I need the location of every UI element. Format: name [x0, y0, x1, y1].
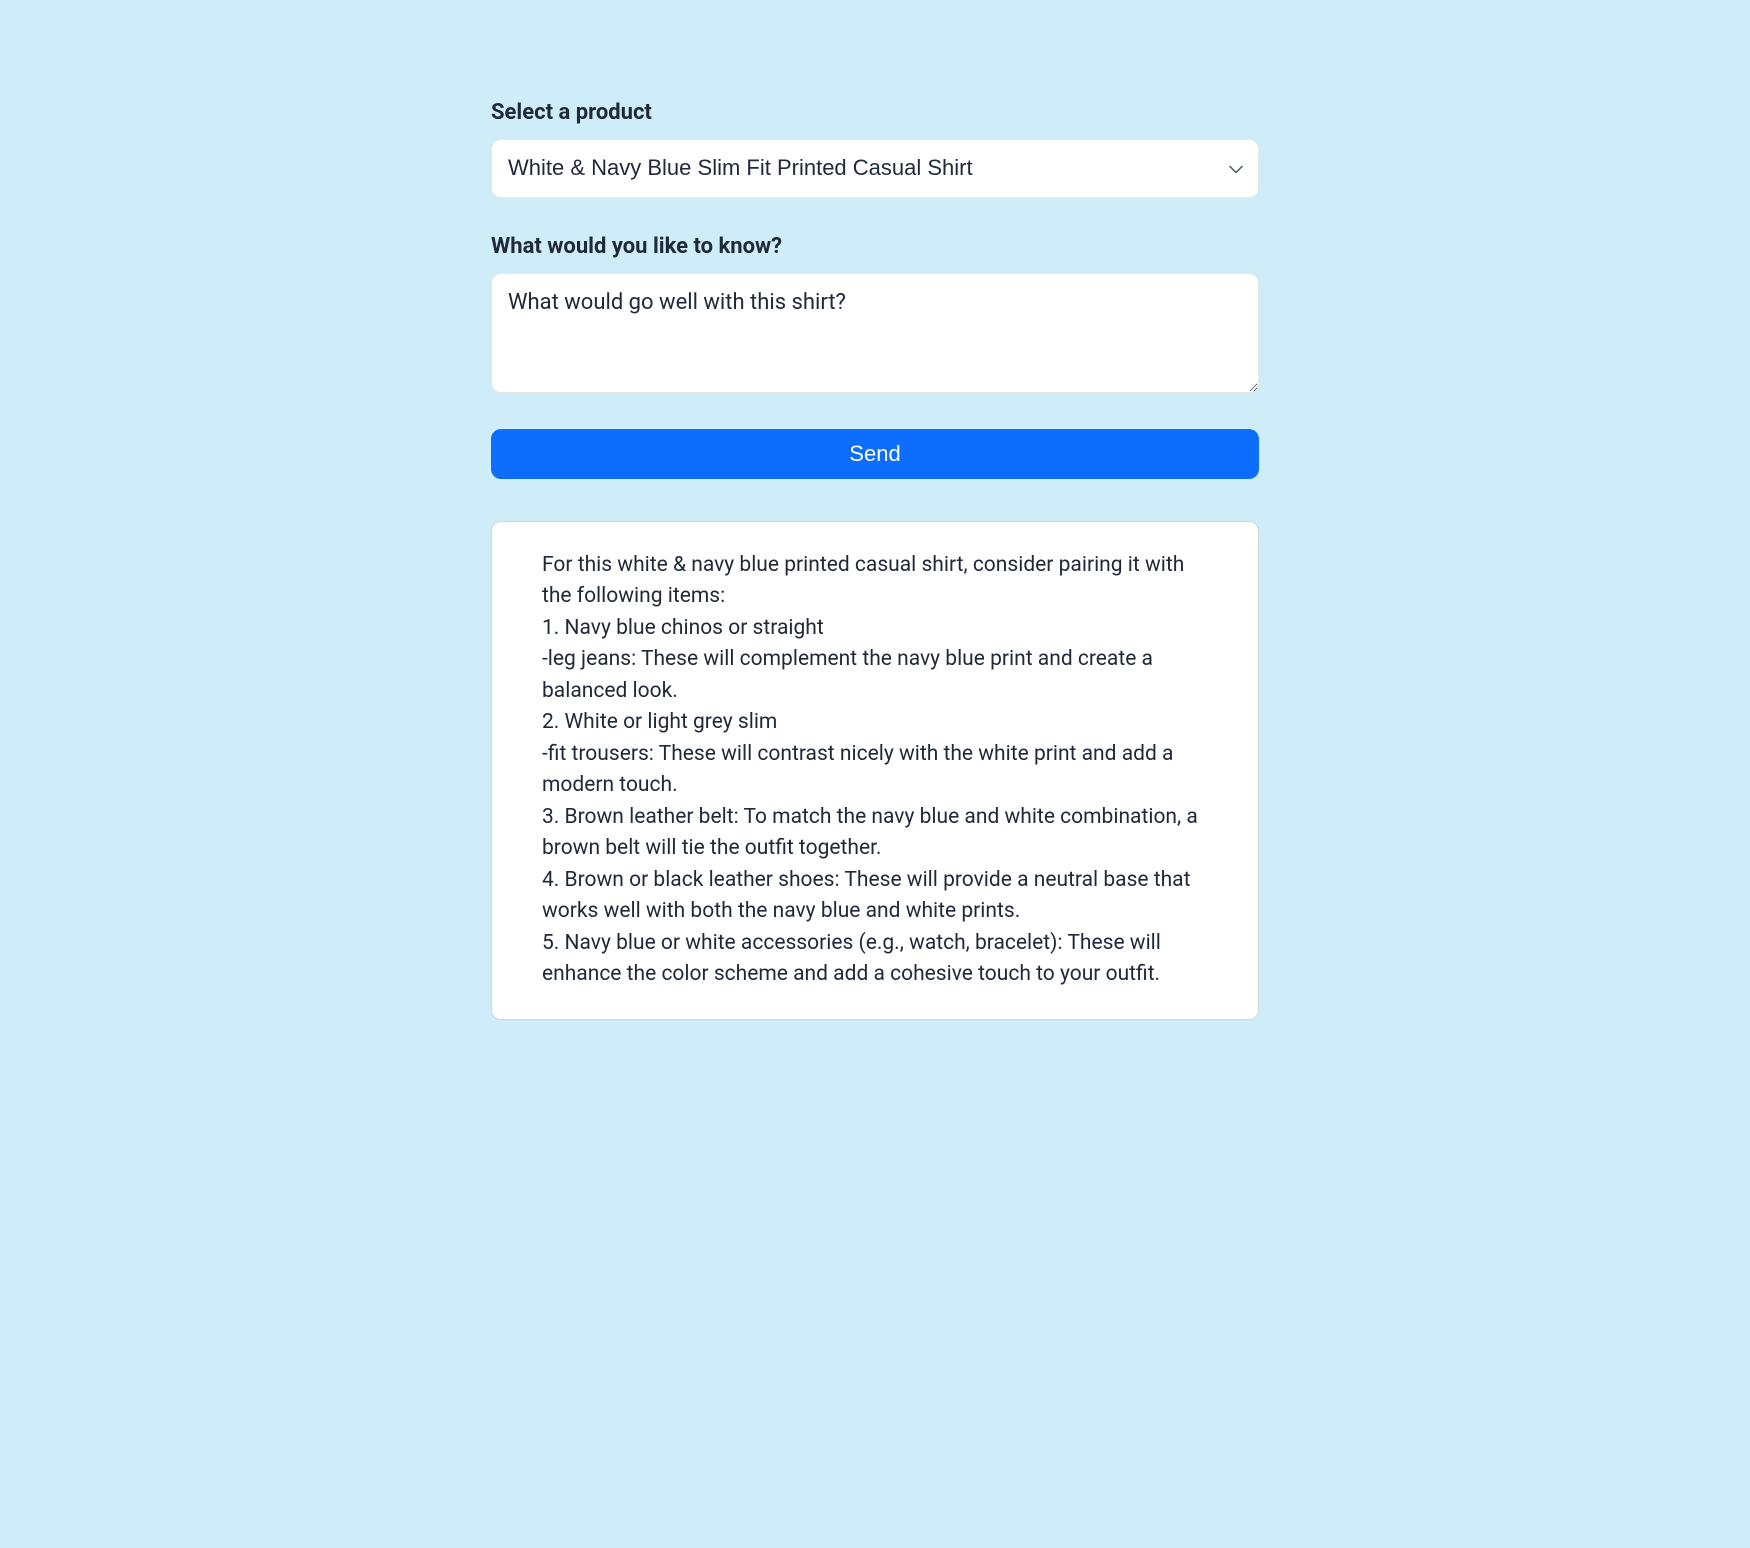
main-container: Select a product White & Navy Blue Slim … — [475, 100, 1275, 1020]
send-button[interactable]: Send — [491, 429, 1259, 479]
product-select-wrap: White & Navy Blue Slim Fit Printed Casua… — [491, 139, 1259, 198]
response-card: For this white & navy blue printed casua… — [491, 521, 1259, 1020]
product-label: Select a product — [491, 100, 1259, 125]
product-select[interactable]: White & Navy Blue Slim Fit Printed Casua… — [491, 139, 1259, 198]
question-input[interactable] — [491, 273, 1259, 393]
question-label: What would you like to know? — [491, 234, 1259, 259]
